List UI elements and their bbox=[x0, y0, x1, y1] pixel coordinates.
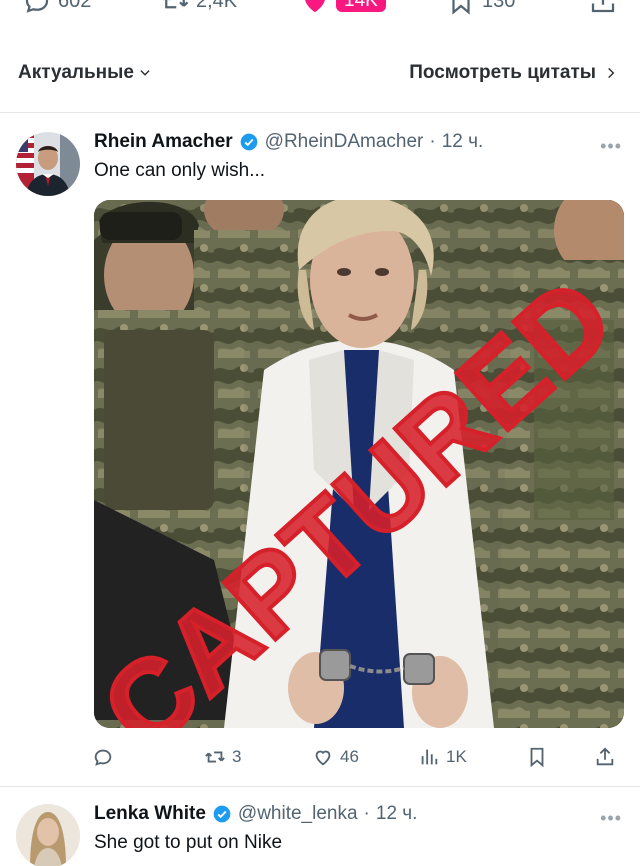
views-count: 1K bbox=[446, 747, 467, 766]
view-quotes-link[interactable]: Посмотреть цитаты bbox=[409, 62, 618, 84]
author-name[interactable]: Lenka White bbox=[94, 803, 206, 825]
sort-label: Актуальные bbox=[18, 62, 134, 83]
divider bbox=[0, 112, 640, 113]
divider bbox=[0, 786, 640, 787]
replies-sort-row: Актуальные Посмотреть цитаты bbox=[0, 58, 640, 90]
heart-icon bbox=[315, 750, 331, 766]
views-icon bbox=[421, 749, 438, 765]
reply-icon bbox=[25, 0, 49, 13]
like-count: 46 bbox=[340, 747, 359, 766]
avatar[interactable] bbox=[16, 804, 80, 866]
repost-icon bbox=[205, 751, 225, 763]
sort-dropdown[interactable]: Актуальные bbox=[18, 62, 152, 84]
author-row: Rhein Amacher @RheinDAmacher · 12 ч. bbox=[94, 131, 483, 153]
reply-button[interactable] bbox=[92, 746, 120, 768]
separator-dot: · bbox=[429, 131, 436, 152]
tweet-time[interactable]: 12 ч. bbox=[442, 131, 484, 153]
top-like-count: 14K bbox=[336, 0, 386, 12]
verified-badge-icon bbox=[240, 133, 258, 151]
top-bookmark-button[interactable]: 130 bbox=[446, 0, 515, 16]
repost-icon bbox=[162, 0, 189, 9]
author-row: Lenka White @white_lenka · 12 ч. bbox=[94, 803, 417, 825]
share-button[interactable] bbox=[594, 746, 616, 768]
author-handle[interactable]: @RheinDAmacher bbox=[265, 131, 424, 153]
more-icon[interactable]: ••• bbox=[600, 136, 622, 157]
top-reply-count: 602 bbox=[58, 0, 92, 12]
like-button[interactable]: 46 bbox=[312, 746, 359, 768]
top-action-bar: 602 2,4K 14K 130 bbox=[0, 0, 640, 30]
avatar[interactable] bbox=[16, 132, 80, 196]
top-like-button[interactable]: 14K bbox=[300, 0, 386, 16]
author-handle[interactable]: @white_lenka bbox=[238, 803, 358, 825]
separator-dot: · bbox=[363, 803, 370, 824]
chevron-down-icon bbox=[140, 70, 150, 76]
top-bookmark-count: 130 bbox=[482, 0, 516, 12]
verified-badge-icon bbox=[213, 805, 231, 823]
top-share-button[interactable] bbox=[588, 0, 618, 16]
tweet-photo: CAPTURED CAPTURED bbox=[94, 200, 624, 728]
view-quotes-label: Посмотреть цитаты bbox=[409, 62, 596, 83]
repost-count: 3 bbox=[232, 747, 242, 766]
heart-icon bbox=[305, 0, 325, 13]
top-repost-button[interactable]: 2,4K bbox=[160, 0, 237, 16]
bookmark-icon bbox=[452, 0, 470, 15]
tweet-text: One can only wish... bbox=[94, 160, 266, 181]
bookmark-icon bbox=[530, 747, 544, 768]
share-icon bbox=[591, 0, 615, 13]
author-name[interactable]: Rhein Amacher bbox=[94, 131, 233, 153]
reply-icon bbox=[94, 749, 112, 766]
top-repost-count: 2,4K bbox=[196, 0, 238, 12]
tweet-actions: 3 46 1K bbox=[0, 742, 640, 776]
tweet-image[interactable]: CAPTURED CAPTURED bbox=[94, 200, 624, 728]
views-button[interactable]: 1K bbox=[418, 746, 467, 768]
top-reply-button[interactable]: 602 bbox=[22, 0, 91, 16]
repost-button[interactable]: 3 bbox=[204, 746, 241, 768]
chevron-right-icon bbox=[608, 67, 615, 79]
bookmark-button[interactable] bbox=[526, 746, 548, 768]
more-icon[interactable]: ••• bbox=[600, 808, 622, 829]
share-icon bbox=[596, 747, 614, 766]
tweet-time[interactable]: 12 ч. bbox=[376, 803, 418, 825]
tweet-text: She got to put on Nike bbox=[94, 832, 283, 853]
